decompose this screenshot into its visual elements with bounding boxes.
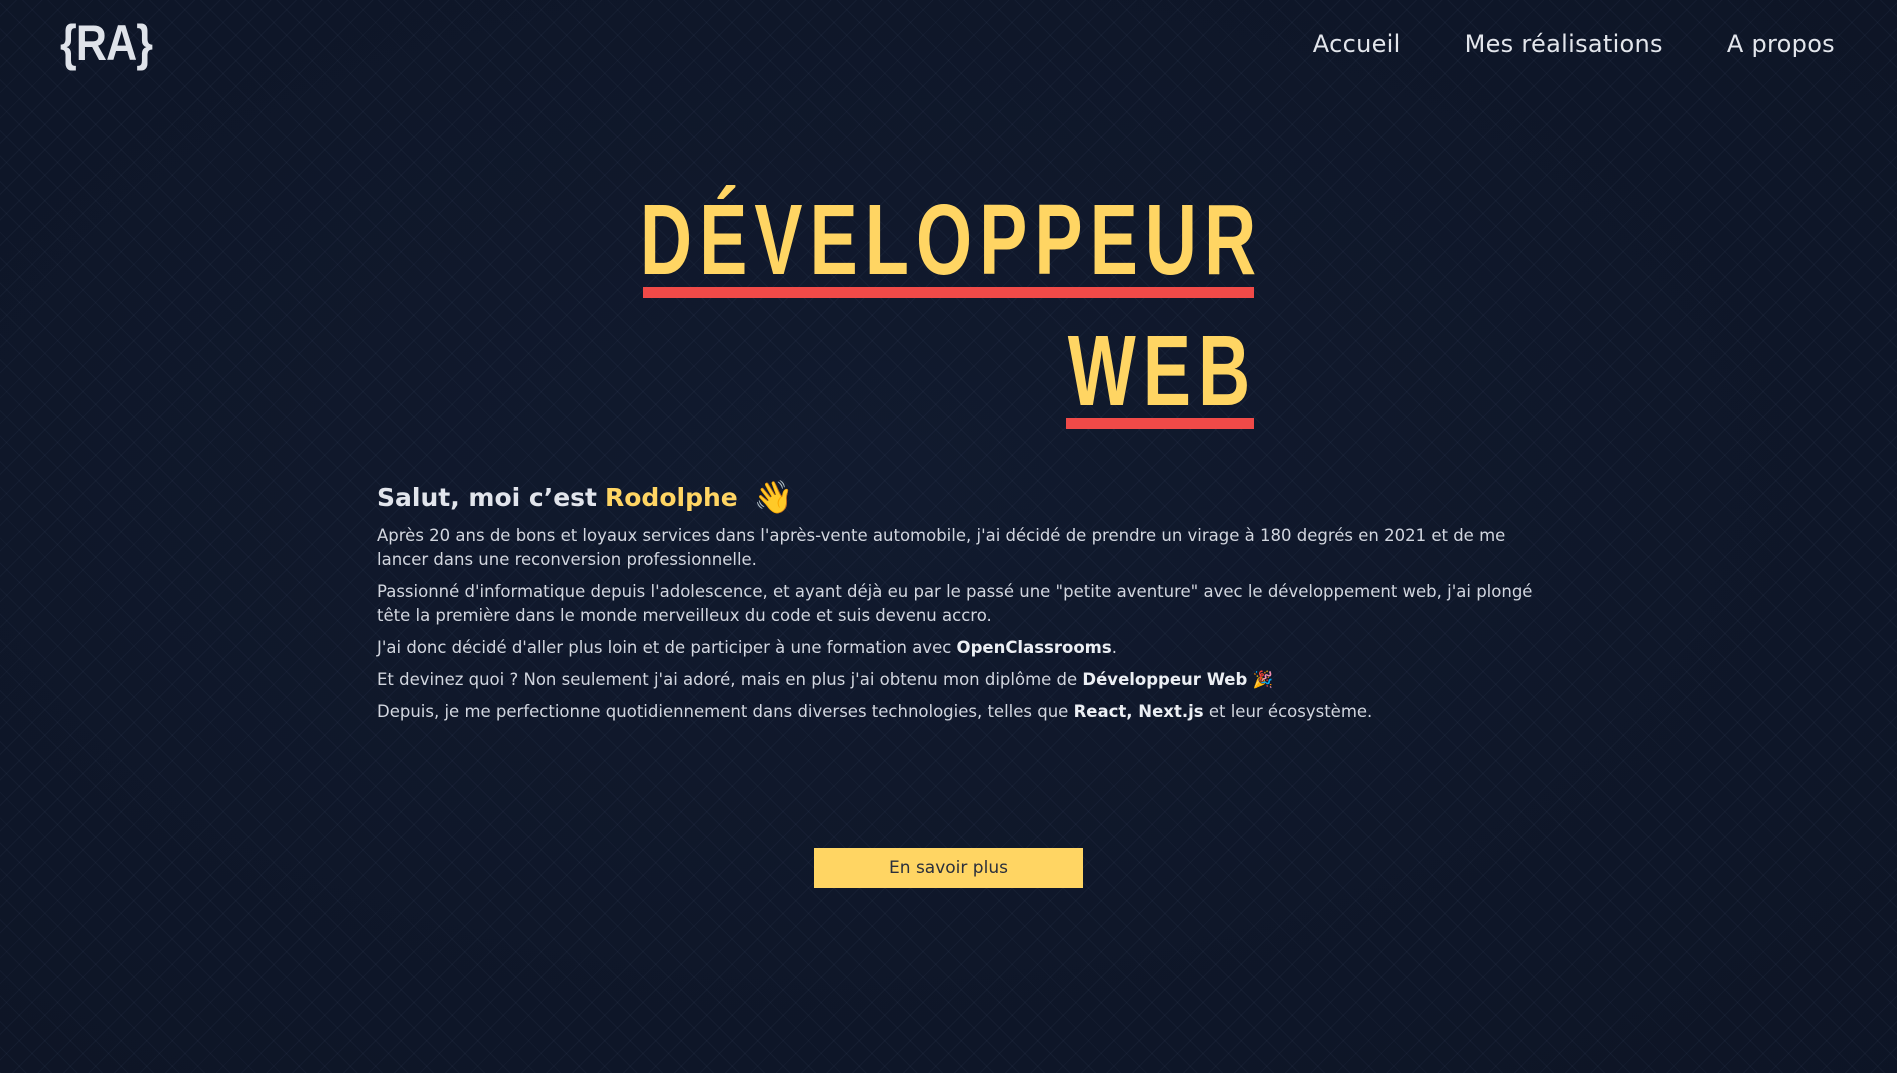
hero-title-line-2: WEB xyxy=(1067,315,1257,427)
hero-title-underline-1 xyxy=(643,287,1254,298)
nav-link-mes-realisations[interactable]: Mes réalisations xyxy=(1465,30,1663,58)
greeting-heading: Salut, moi c’est Rodolphe 👋 xyxy=(377,478,1537,516)
diploma-highlight: Développeur Web xyxy=(1082,670,1248,689)
main-nav: Accueil Mes réalisations A propos xyxy=(1313,30,1835,58)
intro-paragraph-4: Et devinez quoi ? Non seulement j'ai ado… xyxy=(377,668,1537,692)
intro-paragraph-3-end: . xyxy=(1111,638,1117,657)
intro-paragraph-5: Depuis, je me perfectionne quotidienneme… xyxy=(377,700,1537,724)
technologies-highlight: React, Next.js xyxy=(1073,702,1204,721)
en-savoir-plus-button[interactable]: En savoir plus xyxy=(814,848,1083,888)
site-header: {RA} Accueil Mes réalisations A propos xyxy=(0,0,1897,95)
openclassrooms-highlight: OpenClassrooms xyxy=(956,638,1112,657)
intro-paragraph-5-end: et leur écosystème. xyxy=(1208,702,1373,721)
nav-link-accueil[interactable]: Accueil xyxy=(1313,30,1401,58)
intro-paragraph-5-text: Depuis, je me perfectionne quotidienneme… xyxy=(377,702,1069,721)
intro-paragraph-2: Passionné d'informatique depuis l'adoles… xyxy=(377,582,1533,625)
hero-title-underline-2 xyxy=(1066,418,1254,429)
site-logo[interactable]: {RA} xyxy=(60,14,153,72)
intro-paragraph-3-text: J'ai donc décidé d'aller plus loin et de… xyxy=(377,638,952,657)
hero-title-line-1: DÉVELOPPEUR xyxy=(640,184,1264,296)
waving-hand-icon: 👋 xyxy=(753,478,794,516)
greeting-name: Rodolphe xyxy=(605,482,738,512)
intro-paragraph-4-text: Et devinez quoi ? Non seulement j'ai ado… xyxy=(377,670,1078,689)
intro-paragraph-3: J'ai donc décidé d'aller plus loin et de… xyxy=(377,636,1537,660)
nav-link-a-propos[interactable]: A propos xyxy=(1727,30,1835,58)
intro-section: Salut, moi c’est Rodolphe 👋 Après 20 ans… xyxy=(377,478,1537,732)
party-popper-icon: 🎉 xyxy=(1252,670,1274,689)
greeting-prefix: Salut, moi c’est xyxy=(377,482,597,512)
intro-paragraph-1: Après 20 ans de bons et loyaux services … xyxy=(377,526,1506,569)
